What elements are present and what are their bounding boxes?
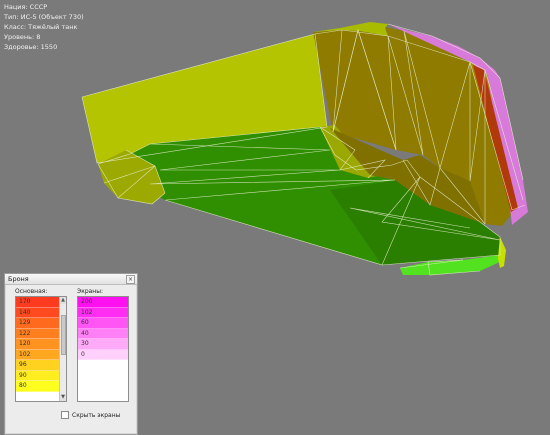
screen-armor-row[interactable] [78,360,128,371]
scroll-down-icon[interactable]: ▼ [60,394,66,401]
scrollbar-thumb[interactable] [60,315,66,355]
base-armor-label: Основная: [15,288,48,295]
base-armor-row[interactable]: 102 [16,349,60,360]
health-text: Здоровье: 1550 [4,43,58,51]
armor-panel: Броня × Основная: Экраны: 170 140 129 122 12… [4,273,138,435]
base-armor-row[interactable]: 96 [16,360,60,371]
close-icon[interactable]: × [126,275,135,284]
screen-armor-row[interactable]: 0 [78,349,128,360]
base-armor-row[interactable]: 80 [16,381,60,392]
base-armor-row[interactable]: 170 [16,297,60,308]
screen-armor-row[interactable]: 30 [78,339,128,350]
hide-screens-label: Скрыть экраны [72,411,121,419]
screen-armor-row[interactable]: 40 [78,328,128,339]
screen-armor-row[interactable]: 102 [78,307,128,318]
armor-panel-title: Броня [8,275,29,283]
type-text: Тип: ИС-5 (Объект 730) [4,13,84,21]
base-armor-row[interactable]: 140 [16,307,60,318]
base-armor-row[interactable]: 90 [16,370,60,381]
screen-armor-row[interactable]: 200 [78,297,128,308]
base-armor-list[interactable]: 170 140 129 122 120 102 96 90 80 ▲ ▼ [15,296,67,402]
screen-armor-row[interactable]: 60 [78,318,128,329]
scrollbar[interactable]: ▲ ▼ [59,297,66,401]
armor-panel-titlebar[interactable]: Броня × [5,274,137,285]
tank-info: Нация: СССР Тип: ИС-5 (Объект 730) Класс… [4,2,84,52]
screens-armor-list[interactable]: 200 102 60 40 30 0 [77,296,129,402]
base-armor-row[interactable]: 120 [16,339,60,350]
checkbox-icon[interactable] [61,411,69,419]
tier-text: Уровень: 8 [4,33,41,41]
scroll-up-icon[interactable]: ▲ [60,297,66,304]
nation-text: Нация: СССР [4,3,48,11]
hide-screens-checkbox[interactable]: Скрыть экраны [61,411,120,419]
class-text: Класс: Тяжёлый танк [4,23,78,31]
base-armor-row[interactable]: 129 [16,318,60,329]
base-armor-row[interactable]: 122 [16,328,60,339]
screens-armor-label: Экраны: [77,288,103,295]
